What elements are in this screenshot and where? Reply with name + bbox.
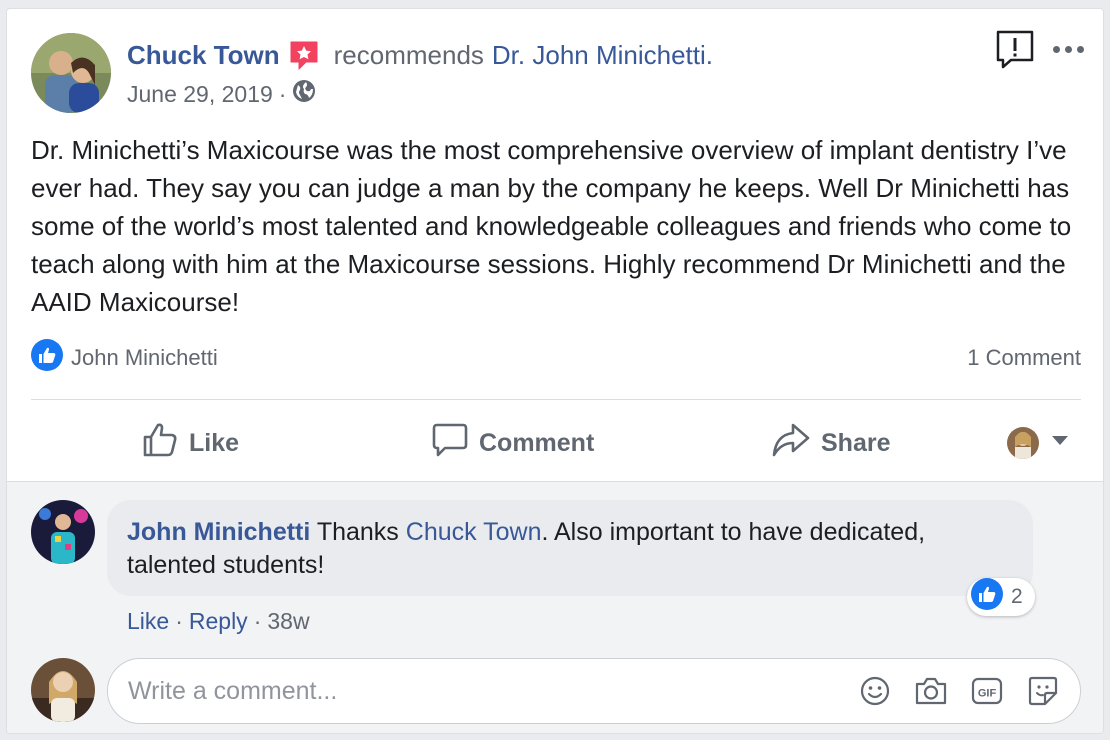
meta-separator: · [175, 608, 183, 634]
meta-separator: · [278, 80, 287, 107]
gif-icon[interactable]: GIF [970, 674, 1004, 708]
more-icon[interactable] [1053, 37, 1089, 61]
comment-reactions[interactable]: 2 [967, 578, 1035, 616]
report-icon[interactable] [995, 29, 1035, 71]
meta-separator: · [253, 608, 262, 634]
reactors[interactable]: John Minichetti [31, 339, 218, 377]
comment-input[interactable] [128, 676, 858, 706]
author-name[interactable]: Chuck Town [127, 40, 280, 71]
comment-count[interactable]: 1 Comment [967, 345, 1081, 371]
post-header: Chuck Town recommends Dr. John Minichett… [127, 39, 713, 71]
comment-age[interactable]: 38w [267, 608, 309, 635]
viewer-avatar-small [1007, 427, 1039, 459]
comment-composer[interactable]: GIF [107, 658, 1081, 724]
like-label: Like [189, 429, 240, 457]
commenter-avatar[interactable] [31, 500, 95, 564]
reactions-summary: John Minichetti 1 Comment [31, 339, 1081, 377]
camera-icon[interactable] [914, 674, 948, 708]
author-avatar[interactable] [31, 33, 111, 113]
divider [31, 399, 1081, 400]
post-meta: June 29, 2019 · [127, 79, 316, 109]
action-bar: Like Comment Share [31, 409, 1081, 475]
comment-actions: Like · Reply · 38w [127, 608, 310, 635]
composer-tools: GIF [858, 674, 1060, 708]
post-card: Chuck Town recommends Dr. John Minichett… [6, 8, 1104, 734]
sticker-icon[interactable] [1026, 674, 1060, 708]
share-button[interactable]: Share [771, 421, 890, 466]
like-reaction-icon [971, 578, 1003, 616]
comment-reply-link[interactable]: Reply [189, 608, 248, 635]
recommend-star-icon [288, 39, 320, 71]
comment-mention[interactable]: Chuck Town [406, 518, 542, 546]
recommended-page-link[interactable]: Dr. John Minichetti. [492, 40, 713, 71]
comment-reaction-count: 2 [1011, 585, 1023, 608]
like-button[interactable]: Like [141, 421, 239, 466]
recommends-verb: recommends [333, 39, 484, 70]
viewer-avatar [31, 658, 95, 722]
post-body: Dr. Minichetti’s Maxicourse was the most… [31, 135, 1072, 317]
comment-author[interactable]: John Minichetti [127, 518, 310, 546]
comment-bubble: John Minichetti Thanks Chuck Town. Also … [107, 500, 1033, 596]
comment-icon [431, 421, 469, 466]
share-label: Share [821, 429, 891, 457]
comment-button[interactable]: Comment [431, 421, 594, 466]
globe-icon[interactable] [292, 79, 316, 109]
share-icon [771, 421, 811, 466]
svg-text:GIF: GIF [978, 688, 997, 700]
chevron-down-icon [1051, 434, 1069, 452]
post-date[interactable]: June 29, 2019 [127, 81, 273, 108]
like-reaction-icon [31, 339, 63, 377]
reaction-identity-selector[interactable] [1007, 427, 1069, 459]
thumbs-up-icon [141, 421, 179, 466]
comment-like-link[interactable]: Like [127, 608, 169, 635]
comment-text-start: Thanks [310, 518, 406, 546]
comments-section: John Minichetti Thanks Chuck Town. Also … [7, 481, 1103, 733]
reactor-names: John Minichetti [71, 345, 218, 370]
comment-label: Comment [479, 429, 595, 457]
emoji-icon[interactable] [858, 674, 892, 708]
